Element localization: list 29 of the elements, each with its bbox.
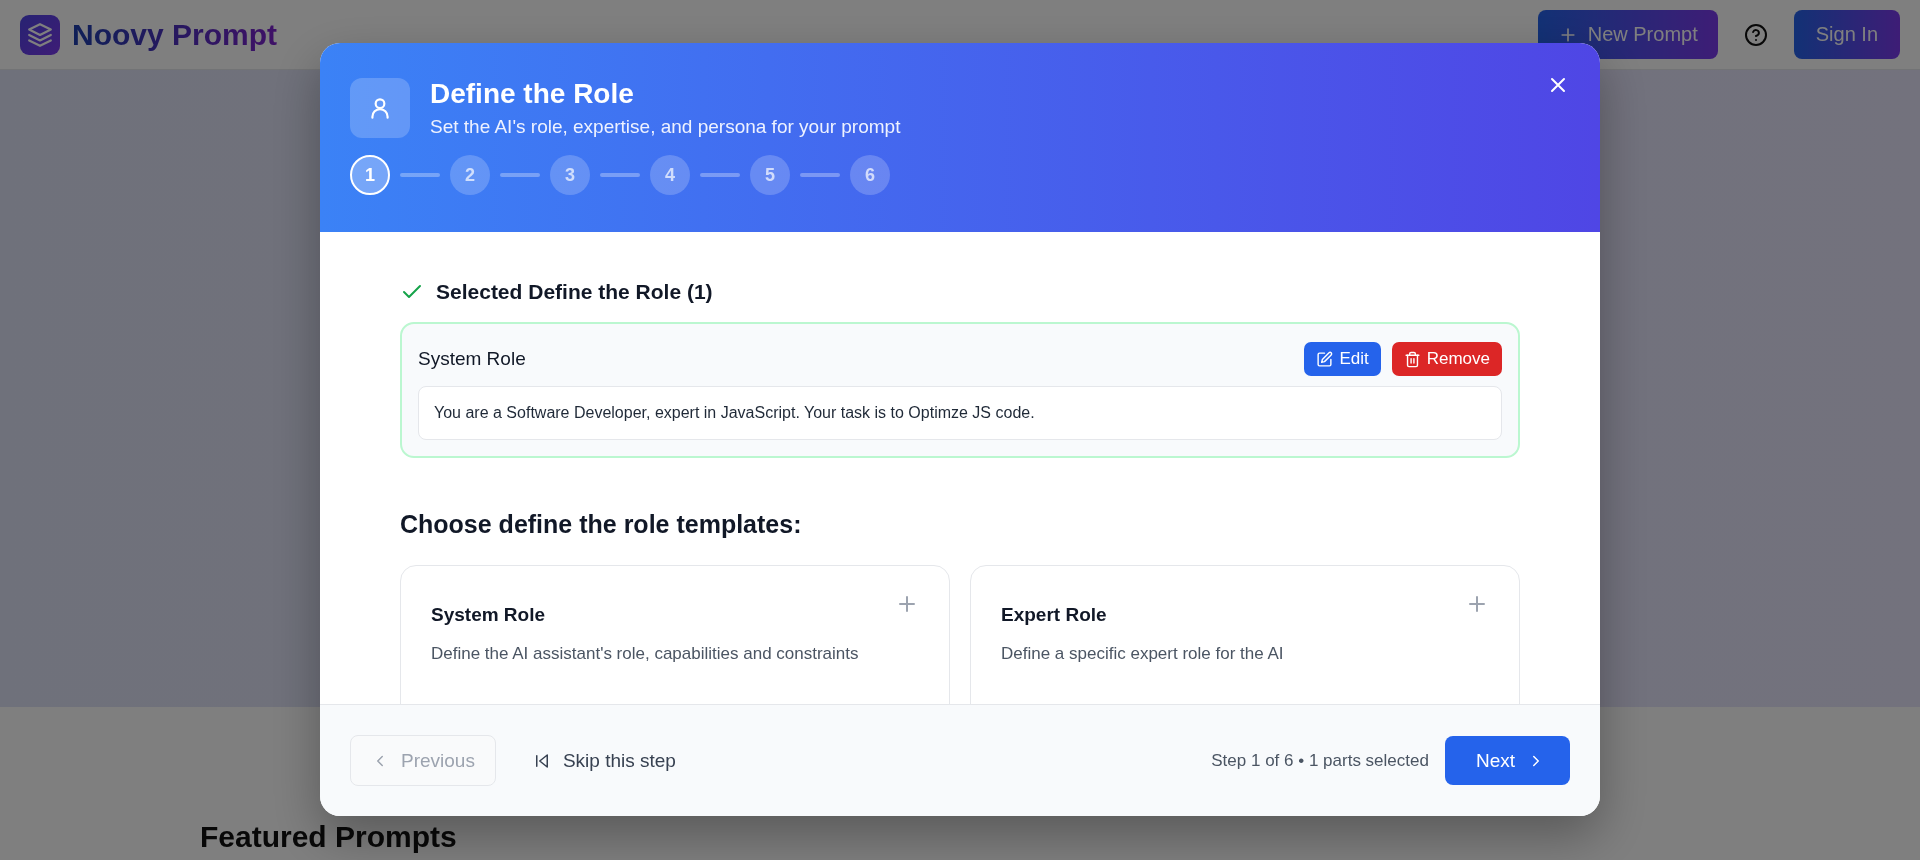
step-indicator[interactable]: 5	[750, 155, 790, 195]
section-heading: Choose define the role templates:	[400, 510, 803, 539]
dialog-title: Define the Role	[430, 78, 635, 110]
step-status: Step 1 of 6 • 1 parts selected	[1211, 750, 1429, 771]
template-description: Define a specific expert role for the AI	[1001, 644, 1285, 664]
step-indicator[interactable]: 3	[550, 155, 590, 195]
step-indicator[interactable]: 6	[850, 155, 890, 195]
step-indicator[interactable]: 2	[450, 155, 490, 195]
template-title: System Role	[431, 604, 546, 626]
step-indicator[interactable]: 1	[350, 155, 390, 195]
edit-icon	[1316, 350, 1334, 368]
section-heading: Selected Define the Role (1)	[436, 280, 713, 304]
edit-button[interactable]: Edit	[1304, 342, 1381, 376]
skip-button[interactable]: Skip this step	[531, 735, 677, 786]
dialog-subtitle: Set the AI's role, expertise, and persona for your prompt	[430, 116, 901, 138]
remove-button[interactable]: Remove	[1391, 342, 1502, 376]
next-button[interactable]: Next	[1444, 736, 1570, 785]
part-content: You are a Software Developer, expert in JavaScript. Your task is to Optimze JS code.	[418, 386, 1502, 440]
template-title: Expert Role	[1001, 604, 1107, 626]
trash-icon	[1403, 350, 1421, 368]
part-name: System Role	[418, 348, 527, 370]
step-indicator[interactable]: 4	[650, 155, 690, 195]
section-title: Featured Prompts	[200, 820, 458, 854]
sign-in-button[interactable]: Sign In	[1793, 10, 1900, 59]
new-prompt-button[interactable]: New Prompt	[1537, 10, 1718, 59]
template-description: Define the AI assistant's role, capabilities and constraints	[431, 644, 860, 664]
logo-icon	[20, 14, 60, 55]
user-icon	[350, 78, 410, 138]
help-icon[interactable]	[1743, 22, 1768, 47]
